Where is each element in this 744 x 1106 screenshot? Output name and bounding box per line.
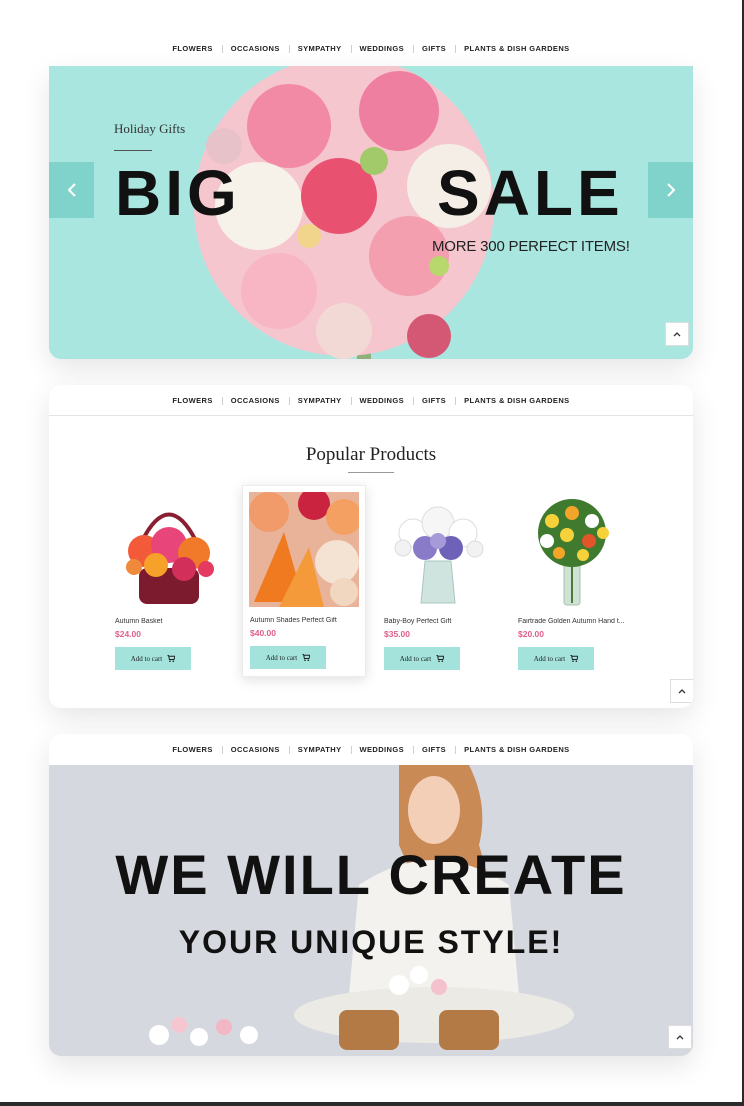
hero-word-sale: SALE: [437, 157, 624, 229]
product-price: $35.00: [384, 629, 410, 639]
scroll-up-button[interactable]: [665, 322, 689, 346]
section-title: Popular Products: [305, 444, 437, 465]
product-name[interactable]: Autumn Basket: [115, 618, 227, 625]
product-image-baby-boy[interactable]: [383, 493, 493, 608]
chevron-left-icon: [67, 183, 76, 197]
product-image-autumn-shades[interactable]: [249, 492, 359, 607]
slider-next-button[interactable]: [648, 162, 693, 218]
cart-icon: [167, 655, 176, 662]
add-to-cart-button[interactable]: Add to cart: [384, 647, 460, 670]
cart-icon: [302, 654, 311, 661]
nav-sympathy[interactable]: SYMPATHY: [288, 745, 351, 754]
nav-weddings[interactable]: WEDDINGS: [350, 745, 413, 754]
hero-kicker: Holiday Gifts: [114, 121, 186, 136]
chevron-up-icon: [673, 332, 681, 337]
nav-occasions[interactable]: OCCASIONS: [221, 44, 289, 53]
scroll-up-button[interactable]: [670, 679, 693, 703]
hero-sale-banner: Holiday Gifts BIG SALE MORE 300 PERFECT …: [49, 66, 693, 359]
add-to-cart-label: Add to cart: [130, 654, 163, 663]
nav-gifts[interactable]: GIFTS: [412, 745, 455, 754]
nav-sympathy[interactable]: SYMPATHY: [288, 44, 351, 53]
chevron-up-icon: [678, 689, 686, 694]
unique-style-section: FLOWERS OCCASIONS SYMPATHY WEDDINGS GIFT…: [49, 734, 693, 1056]
style-nav: FLOWERS OCCASIONS SYMPATHY WEDDINGS GIFT…: [49, 734, 693, 764]
nav-weddings[interactable]: WEDDINGS: [350, 44, 413, 53]
product-image-golden-autumn[interactable]: [517, 493, 627, 608]
chevron-right-icon: [666, 183, 675, 197]
nav-gifts[interactable]: GIFTS: [412, 44, 455, 53]
product-price: $24.00: [115, 629, 141, 639]
hero-subtitle: MORE 300 PERFECT ITEMS!: [432, 238, 630, 255]
model-with-flowers-image: [149, 765, 574, 1050]
add-to-cart-label: Add to cart: [533, 654, 566, 663]
banner-subheadline: YOUR UNIQUE STYLE!: [178, 924, 564, 960]
page-bottom-bar: [0, 1102, 744, 1106]
nav-sympathy[interactable]: SYMPATHY: [288, 396, 351, 405]
nav-occasions[interactable]: OCCASIONS: [221, 396, 289, 405]
add-to-cart-button[interactable]: Add to cart: [250, 646, 326, 669]
scroll-up-button[interactable]: [668, 1025, 692, 1049]
add-to-cart-label: Add to cart: [399, 654, 432, 663]
title-divider: [348, 472, 394, 473]
nav-flowers[interactable]: FLOWERS: [163, 44, 221, 53]
chevron-up-icon: [676, 1035, 684, 1040]
cart-icon: [436, 655, 445, 662]
product-image-autumn-basket[interactable]: [114, 493, 224, 608]
top-nav: FLOWERS OCCASIONS SYMPATHY WEDDINGS GIFT…: [49, 33, 693, 63]
add-to-cart-button[interactable]: Add to cart: [115, 647, 191, 670]
product-card[interactable]: Baby-Boy Perfect Gift $35.00 Add to cart: [377, 487, 499, 677]
banner-headline: WE WILL CREATE: [115, 843, 627, 906]
nav-flowers[interactable]: FLOWERS: [163, 396, 221, 405]
product-name[interactable]: Autumn Shades Perfect Gift: [250, 617, 362, 624]
add-to-cart-label: Add to cart: [265, 653, 298, 662]
unique-style-banner: WE WILL CREATE YOUR UNIQUE STYLE!: [49, 765, 693, 1056]
nav-plants-dish-gardens[interactable]: PLANTS & DISH GARDENS: [455, 396, 579, 405]
nav-plants-dish-gardens[interactable]: PLANTS & DISH GARDENS: [455, 745, 579, 754]
product-card[interactable]: Fairtrade Golden Autumn Hand t... $20.00…: [511, 487, 633, 677]
nav-plants-dish-gardens[interactable]: PLANTS & DISH GARDENS: [455, 44, 579, 53]
hero-word-big: BIG: [115, 157, 241, 229]
add-to-cart-button[interactable]: Add to cart: [518, 647, 594, 670]
nav-weddings[interactable]: WEDDINGS: [350, 396, 413, 405]
products-nav: FLOWERS OCCASIONS SYMPATHY WEDDINGS GIFT…: [49, 385, 693, 416]
product-price: $40.00: [250, 628, 276, 638]
nav-flowers[interactable]: FLOWERS: [163, 745, 221, 754]
nav-occasions[interactable]: OCCASIONS: [221, 745, 289, 754]
product-price: $20.00: [518, 629, 544, 639]
product-name[interactable]: Fairtrade Golden Autumn Hand t...: [518, 618, 630, 625]
kicker-divider: [114, 150, 152, 151]
product-name[interactable]: Baby-Boy Perfect Gift: [384, 618, 496, 625]
product-card[interactable]: Autumn Shades Perfect Gift $40.00 Add to…: [242, 485, 366, 677]
cart-icon: [570, 655, 579, 662]
product-card[interactable]: Autumn Basket $24.00 Add to cart: [108, 487, 230, 677]
popular-products-section: FLOWERS OCCASIONS SYMPATHY WEDDINGS GIFT…: [49, 385, 693, 708]
nav-gifts[interactable]: GIFTS: [412, 396, 455, 405]
slider-prev-button[interactable]: [49, 162, 94, 218]
